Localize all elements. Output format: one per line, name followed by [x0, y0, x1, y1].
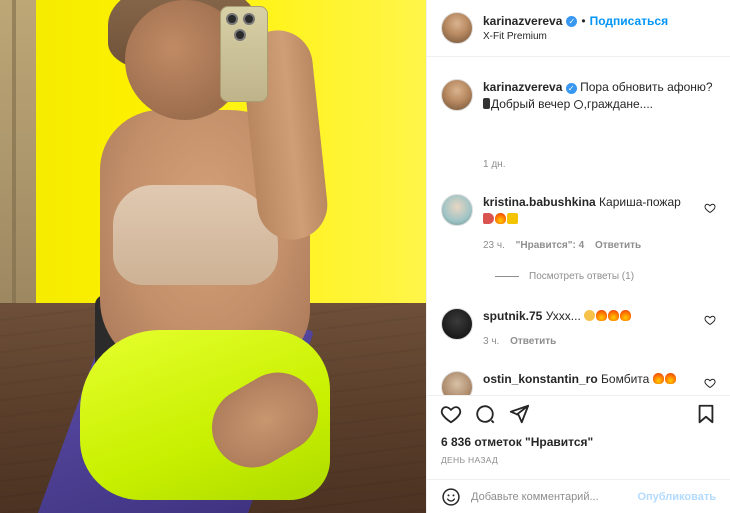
comment-text: Уххх... — [545, 309, 581, 323]
crown-emoji-icon — [507, 213, 518, 224]
comment-username[interactable]: sputnik.75 — [483, 309, 542, 323]
comment-like-heart-icon[interactable] — [704, 202, 716, 214]
fire-emoji-icon — [608, 310, 620, 321]
header-top-row: karinazvereva ✓ • Подписаться — [483, 14, 668, 28]
photo-wall-shade — [0, 0, 36, 330]
phone-lens-2 — [243, 13, 255, 25]
photo-sports-bra — [113, 185, 278, 285]
paper-plane-icon[interactable] — [507, 402, 531, 426]
fire-emoji-icon — [664, 373, 676, 384]
post-photo[interactable] — [0, 0, 427, 513]
comment-time[interactable]: 3 ч. — [483, 336, 499, 347]
caption-body: karinazvereva ✓ Пора обновить афоню? Доб… — [483, 79, 716, 113]
caption-time[interactable]: 1 дн. — [483, 159, 505, 170]
comment-row: ostin_konstantin_ro Бомбита — [441, 371, 716, 395]
header-text: karinazvereva ✓ • Подписаться X-Fit Prem… — [483, 14, 668, 42]
view-replies-label: Посмотреть ответы (1) — [529, 271, 635, 282]
post-date[interactable]: ДЕНЬ НАЗАД — [427, 453, 730, 479]
comment-likes[interactable]: "Нравится": 4 — [516, 240, 585, 251]
post-side-panel: karinazvereva ✓ • Подписаться X-Fit Prem… — [427, 0, 730, 513]
caption-avatar[interactable] — [441, 79, 473, 111]
comment-username[interactable]: kristina.babushkina — [483, 195, 596, 209]
phone-lens-3 — [234, 29, 246, 41]
verified-badge-icon: ✓ — [565, 83, 577, 94]
reply-button[interactable]: Ответить — [510, 336, 556, 347]
comment-avatar[interactable] — [441, 194, 473, 226]
fire-emoji-icon — [596, 310, 608, 321]
comment-avatar[interactable] — [441, 308, 473, 340]
phone-emoji-icon — [483, 98, 490, 109]
photo-door-edge — [12, 0, 16, 320]
post-header: karinazvereva ✓ • Подписаться X-Fit Prem… — [427, 0, 730, 57]
comment-composer: Опубликовать — [427, 479, 730, 513]
author-avatar[interactable] — [441, 12, 473, 44]
comment-time[interactable]: 23 ч. — [483, 240, 505, 251]
fire-emoji-icon — [620, 310, 632, 321]
comment-text: Бомбита — [601, 372, 650, 386]
caption-username[interactable]: karinazvereva — [483, 80, 562, 94]
replies-divider — [495, 276, 519, 277]
phone-lens-1 — [226, 13, 238, 25]
comment-avatar[interactable] — [441, 371, 473, 395]
caption-text-b: Добрый вечер — [491, 97, 571, 111]
smiley-icon[interactable] — [441, 487, 461, 507]
reply-button[interactable]: Ответить — [595, 240, 641, 251]
comments-list[interactable]: karinazvereva ✓ Пора обновить афоню? Доб… — [427, 57, 730, 395]
clap-emoji-icon — [584, 310, 596, 321]
comment-meta: 3 ч. Ответить — [483, 336, 564, 347]
post-modal: karinazvereva ✓ • Подписаться X-Fit Prem… — [0, 0, 730, 513]
photo-phone — [220, 6, 268, 102]
comment-meta: 23 ч. "Нравится": 4 Ответить — [483, 240, 649, 251]
caption-row: karinazvereva ✓ Пора обновить афоню? Доб… — [441, 79, 716, 113]
header-separator: • — [581, 14, 586, 28]
comment-text: Кариша-пожар — [599, 195, 681, 209]
heart-icon[interactable] — [439, 402, 463, 426]
comment-username[interactable]: ostin_konstantin_ro — [483, 372, 598, 386]
follow-button[interactable]: Подписаться — [590, 14, 668, 28]
comment-body: ostin_konstantin_ro Бомбита — [483, 371, 716, 395]
caption-meta: 1 дн. — [483, 159, 513, 170]
smile-emoji-icon — [573, 100, 583, 109]
verified-badge-icon: ✓ — [566, 15, 578, 27]
likes-count[interactable]: 6 836 отметок "Нравится" — [427, 431, 730, 453]
bookmark-icon[interactable] — [694, 402, 718, 426]
post-actions-bar — [427, 395, 730, 431]
view-replies-button[interactable]: Посмотреть ответы (1) — [495, 271, 634, 282]
fire-emoji-icon — [495, 213, 506, 224]
rocket-emoji-icon — [483, 213, 494, 224]
comment-row: kristina.babushkina Кариша-пожар — [441, 194, 716, 228]
author-username[interactable]: karinazvereva — [483, 14, 562, 28]
comment-bubble-icon[interactable] — [473, 402, 497, 426]
comment-input[interactable] — [471, 490, 638, 503]
publish-button[interactable]: Опубликовать — [637, 491, 716, 503]
comment-body: kristina.babushkina Кариша-пожар — [483, 194, 694, 228]
fire-emoji-icon — [652, 373, 664, 384]
comment-like-heart-icon[interactable] — [704, 377, 716, 389]
comment-like-heart-icon[interactable] — [704, 314, 716, 326]
caption-text-a: Пора обновить афоню? — [580, 80, 713, 94]
caption-text-c: ,граждане.... — [583, 97, 654, 111]
location-link[interactable]: X-Fit Premium — [483, 31, 668, 42]
